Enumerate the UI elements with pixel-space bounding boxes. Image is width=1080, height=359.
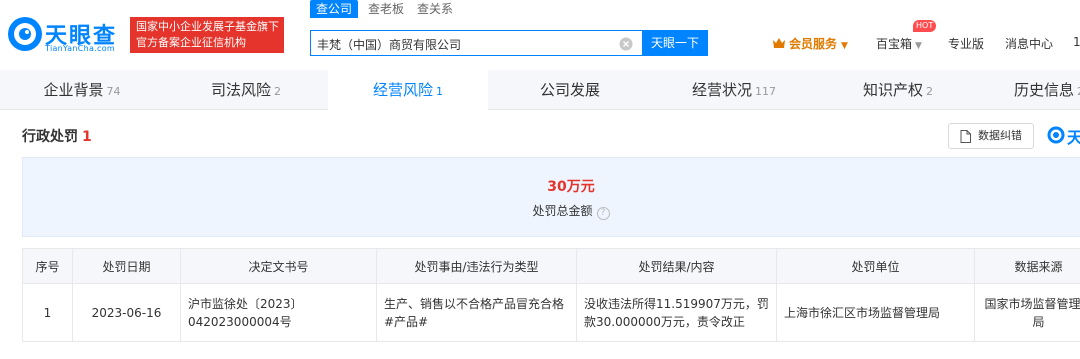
search-box <box>310 30 642 56</box>
tab-label: 历史信息 <box>1014 81 1075 99</box>
section-title-label: 行政处罚 <box>22 129 78 145</box>
table-row[interactable]: 1 2023-06-16 沪市监徐处〔2023〕042023000004号 生产… <box>22 283 1080 342</box>
chevron-down-icon: ▼ <box>915 41 922 51</box>
cell-reason: 生产、销售以不合格产品冒充合格#产品# <box>376 283 577 342</box>
header-date: 处罚日期 <box>72 248 181 284</box>
search-tab-relation[interactable]: 查关系 <box>417 0 453 18</box>
tab-company-background[interactable]: 企业背景 74 <box>0 70 164 110</box>
total-amount-label: 处罚总金额? <box>23 202 1080 220</box>
penalty-table: 序号 处罚日期 决定文书号 处罚事由/违法行为类型 处罚结果/内容 处罚单位 数… <box>22 248 1080 342</box>
question-icon[interactable]: ? <box>596 207 610 220</box>
header-source: 数据来源 <box>974 248 1080 284</box>
tab-label: 经营风险 <box>372 81 433 99</box>
mini-logo-text: 天 <box>1067 128 1080 147</box>
header-reason: 处罚事由/违法行为类型 <box>376 248 577 284</box>
treasure-box-label: 百宝箱 <box>876 37 913 51</box>
user-menu[interactable]: 1 <box>1073 35 1080 49</box>
vip-service-menu[interactable]: 会员服务 ▼ <box>772 35 848 51</box>
tab-company-development[interactable]: 公司发展 <box>488 70 652 110</box>
tab-label: 司法风险 <box>210 81 271 99</box>
tab-count: 74 <box>106 85 121 98</box>
cell-unit: 上海市徐汇区市场监督管理局 <box>776 283 975 342</box>
section-count: 1 <box>82 129 92 145</box>
treasure-box-menu[interactable]: 百宝箱 ▼ <box>876 35 922 52</box>
tianyancha-mini-logo: 天 <box>1047 124 1080 147</box>
search-button[interactable]: 天眼一下 <box>642 30 708 56</box>
total-amount: 30万元 <box>547 179 595 195</box>
tianyancha-logo[interactable]: 天眼查 TianYanCha.com <box>7 16 127 54</box>
data-correction-label: 数据纠错 <box>978 129 1022 142</box>
tab-count: 2 <box>274 85 281 98</box>
cell-doc-no: 沪市监徐处〔2023〕042023000004号 <box>180 283 377 342</box>
logo-eye-icon <box>8 17 42 51</box>
clear-icon[interactable] <box>619 37 633 51</box>
official-badge: 国家中小企业发展子基金旗下 官方备案企业征信机构 <box>130 17 284 53</box>
tab-label: 企业背景 <box>43 81 104 99</box>
tab-legal-risk[interactable]: 司法风险 2 <box>164 70 328 110</box>
badge-line-1: 国家中小企业发展子基金旗下 <box>136 20 279 33</box>
search-input[interactable] <box>317 35 617 53</box>
tab-business-status[interactable]: 经营状况 117 <box>652 70 816 110</box>
data-correction-button[interactable]: 数据纠错 <box>948 123 1034 149</box>
module-tabs: 企业背景 74 司法风险 2 经营风险 1 公司发展 经营状况 117 知识产权 2 历史… <box>0 70 1080 110</box>
cell-date: 2023-06-16 <box>72 283 181 342</box>
tab-count: 117 <box>755 85 776 98</box>
cell-source: 国家市场监督管理总局 <box>974 283 1080 342</box>
tab-operating-risk[interactable]: 经营风险 1 <box>328 70 488 110</box>
hot-badge: HOT <box>913 20 937 32</box>
top-header: 天眼查 TianYanCha.com 国家中小企业发展子基金旗下 官方备案企业征… <box>0 0 1080 70</box>
pro-edition-link[interactable]: 专业版 <box>948 35 984 52</box>
badge-line-2: 官方备案企业征信机构 <box>136 36 246 49</box>
crown-icon <box>773 38 785 48</box>
search-tab-company[interactable]: 查公司 <box>310 0 359 18</box>
tab-count: 2 <box>926 85 933 98</box>
tab-intellectual-property[interactable]: 知识产权 2 <box>816 70 980 110</box>
penalty-summary: 30万元 处罚总金额? <box>22 157 1080 237</box>
section-title: 行政处罚 1 <box>22 126 92 146</box>
tab-label: 经营状况 <box>691 81 752 99</box>
header-unit: 处罚单位 <box>776 248 975 284</box>
logo-eye-icon <box>1047 126 1065 144</box>
message-center-link[interactable]: 消息中心 <box>1005 35 1053 52</box>
tab-count: 1 <box>436 85 443 98</box>
logo-domain: TianYanCha.com <box>45 44 115 53</box>
tab-label: 公司发展 <box>539 81 600 99</box>
document-icon <box>960 130 971 143</box>
header-doc-no: 决定文书号 <box>180 248 377 284</box>
header-no: 序号 <box>22 248 73 284</box>
tab-label: 知识产权 <box>862 81 923 99</box>
vip-label: 会员服务 <box>789 37 838 51</box>
tab-history[interactable]: 历史信息2 <box>980 70 1080 110</box>
search-tab-boss[interactable]: 查老板 <box>368 0 404 18</box>
cell-result: 没收违法所得11.519907万元，罚款30.000000万元，责令改正 <box>576 283 777 342</box>
table-header-row: 序号 处罚日期 决定文书号 处罚事由/违法行为类型 处罚结果/内容 处罚单位 数… <box>22 248 1080 284</box>
total-amount-label-text: 处罚总金额 <box>532 204 593 218</box>
chevron-down-icon: ▼ <box>841 41 848 51</box>
cell-no: 1 <box>22 283 73 342</box>
header-result: 处罚结果/内容 <box>576 248 777 284</box>
